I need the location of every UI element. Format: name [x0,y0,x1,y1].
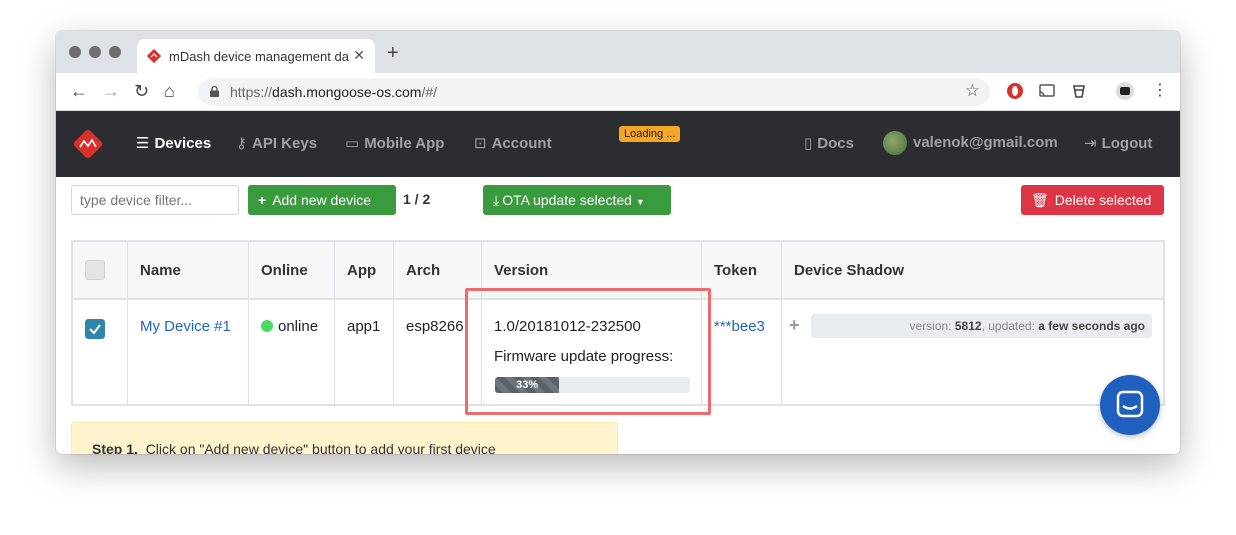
trash-icon: 🗑 [1031,192,1049,208]
step-hint: Step 1. Click on "Add new device" button… [71,422,618,454]
download-icon: ⤓ [493,192,500,208]
device-filter-input[interactable] [71,185,239,215]
profile-avatar-icon[interactable] [1116,82,1134,100]
nav-user[interactable]: valenok@gmail.com [913,134,1058,151]
cast-icon[interactable] [1038,82,1056,100]
close-window-button[interactable] [69,46,81,58]
row-checkbox[interactable] [85,319,105,339]
plus-icon: + [258,192,267,208]
token-link[interactable]: ***bee3 [714,318,765,335]
header-version[interactable]: Version [494,262,548,279]
home-icon[interactable]: ⌂ [164,81,175,101]
column-divider [248,242,249,404]
column-divider [334,242,335,404]
progress-highlight-box [465,288,711,415]
book-icon: ▯ [804,135,813,152]
column-divider [781,242,782,404]
minimize-window-button[interactable] [89,46,101,58]
nav-mobile-app[interactable]: ▭ Mobile App [345,134,444,152]
chat-launcher-button[interactable] [1100,375,1160,435]
add-shadow-icon[interactable]: + [789,315,800,336]
new-tab-button[interactable]: + [387,43,399,63]
tab-strip: mDash device management da ✕ + [56,31,1180,73]
nav-api-keys[interactable]: ⚷ API Keys [236,134,317,152]
user-avatar[interactable] [883,131,907,155]
add-device-button[interactable]: + Add new device [248,185,396,215]
nav-account[interactable]: ⊡ Account [474,134,552,152]
online-status: online [261,318,318,335]
zoom-window-button[interactable] [109,46,121,58]
tab-title: mDash device management da [169,49,349,64]
key-icon: ⚷ [236,135,247,152]
arch-cell: esp8266 [406,318,464,335]
reload-icon[interactable]: ↻ [134,81,149,101]
delete-selected-button[interactable]: 🗑 Delete selected [1021,185,1164,215]
mdash-favicon-icon [147,49,161,63]
logout-icon: ⇥ [1084,135,1097,152]
header-token[interactable]: Token [714,262,757,279]
browser-menu-icon[interactable]: ⋮ [1152,81,1168,101]
back-icon[interactable]: ← [70,81,88,101]
device-shadow-summary[interactable]: version: 5812, updated: a few seconds ag… [811,314,1152,338]
column-divider [393,242,394,404]
header-online[interactable]: Online [261,262,308,279]
chat-icon [1116,390,1144,418]
app-cell: app1 [347,318,381,335]
monitor-icon: ▭ [345,135,360,152]
app-navbar: ☰ Devices ⚷ API Keys ▭ Mobile App ⊡ Account … [56,111,1180,177]
forward-icon[interactable]: → [102,81,120,101]
url-text: https://dash.mongoose-os.com/#/ [230,84,438,100]
ota-update-button[interactable]: ⤓ OTA update selected ▼ [483,185,671,215]
nav-devices[interactable]: ☰ Devices [136,134,211,152]
nav-logout[interactable]: ⇥ Logout [1084,134,1152,152]
lock-icon [210,86,219,97]
address-bar[interactable]: https://dash.mongoose-os.com/#/ ☆ [198,78,990,106]
select-all-checkbox[interactable] [85,260,105,280]
browser-window: mDash device management da ✕ + ← → ↻ ⌂ h… [56,31,1180,454]
header-arch[interactable]: Arch [406,262,440,279]
device-count: 1 / 2 [403,191,431,207]
caret-down-icon: ▼ [635,197,645,207]
nav-docs[interactable]: ▯ Docs [804,134,854,152]
loading-badge: Loading ... [619,126,681,142]
online-dot-icon [261,320,273,332]
device-name-link[interactable]: My Device #1 [140,318,231,335]
tab-close-icon[interactable]: ✕ [353,47,365,64]
opera-extension-icon[interactable] [1006,82,1024,100]
list-icon: ☰ [136,135,150,152]
header-device-shadow[interactable]: Device Shadow [794,262,904,279]
column-divider [127,242,128,404]
header-name[interactable]: Name [140,262,181,279]
header-app[interactable]: App [347,262,376,279]
browser-tab[interactable]: mDash device management da ✕ [137,39,375,73]
bookmark-star-icon[interactable]: ☆ [965,81,980,101]
extension-cup-icon[interactable] [1070,82,1088,100]
mdash-logo-icon[interactable] [71,127,105,161]
browser-toolbar: ← → ↻ ⌂ https://dash.mongoose-os.com/#/ … [56,73,1180,111]
id-card-icon: ⊡ [474,135,487,152]
